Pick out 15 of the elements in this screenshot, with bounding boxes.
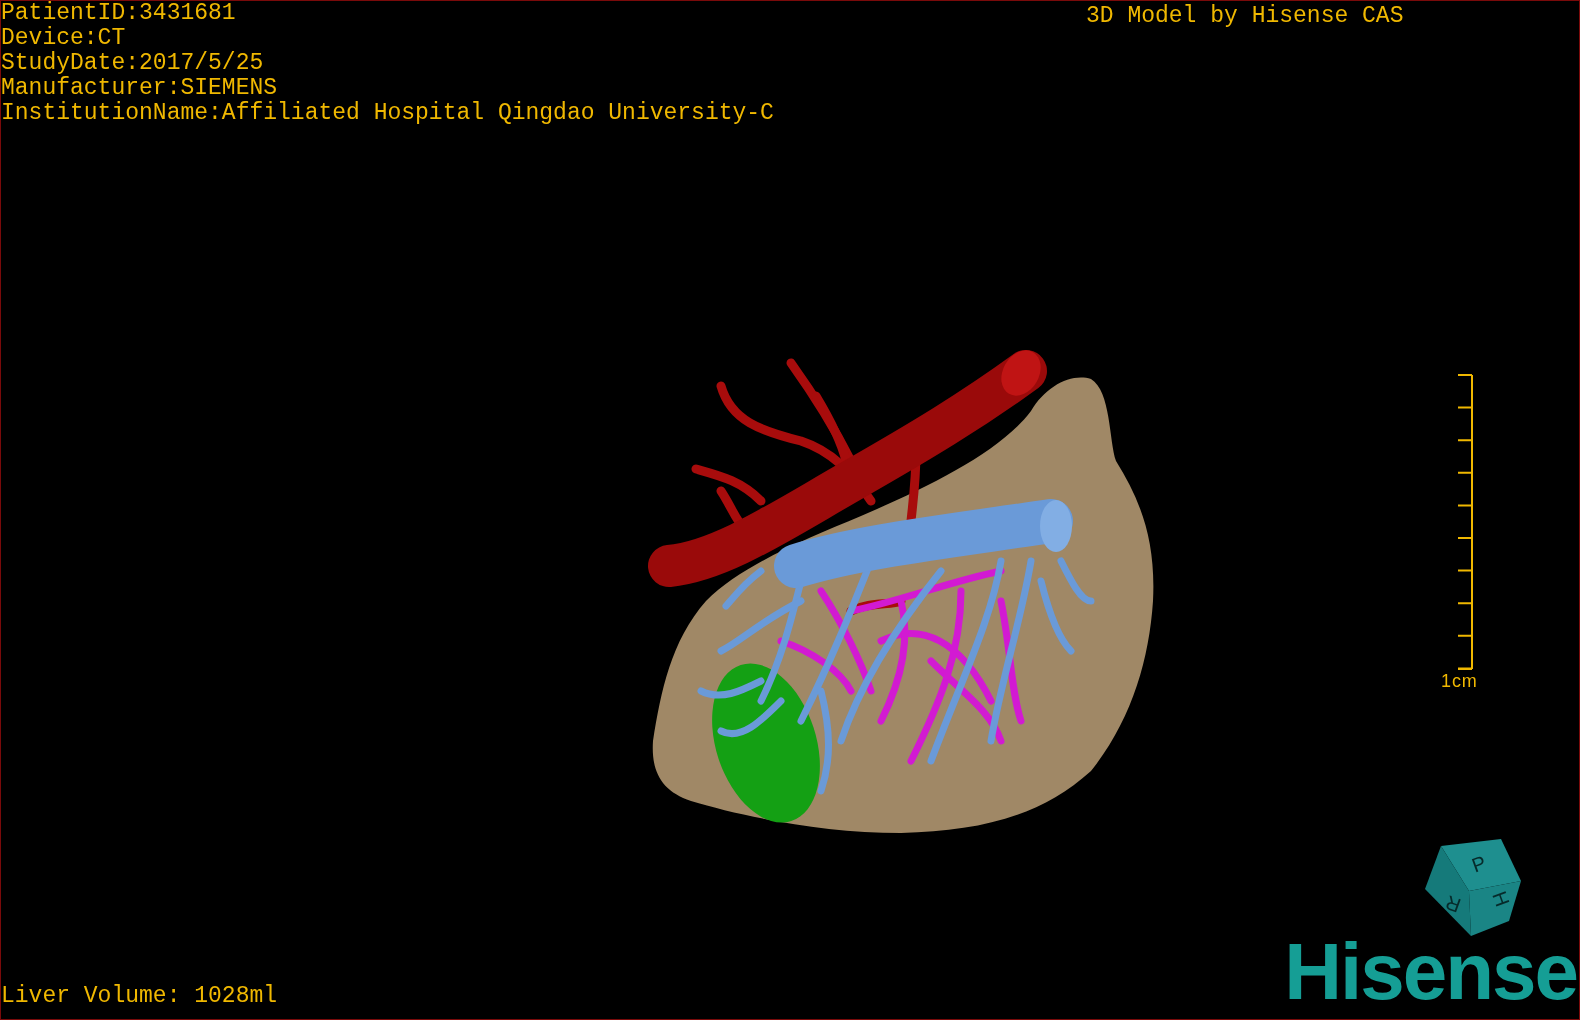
- dicom-info-text: Manufacturer:SIEMENS: [1, 76, 279, 101]
- 3d-viewport[interactable]: PatientID:3431681 Device:CT StudyDate:2017/5/25 Manufacturer:SIEMENS InstitutionName:Affiliated Hospital Qingdao University-C 3D Model by Hisense CAS P H R 1cm Liver Volume: 1028ml Hisense: [0, 0, 1580, 1020]
- liver-model-drawing[interactable]: [648, 350, 1154, 833]
- scale-label: 1cm: [1441, 671, 1478, 691]
- dicom-info-text: StudyDate:2017/5/25: [1, 51, 265, 76]
- cube-face-label: H: [1488, 888, 1514, 910]
- dicom-info-text: Device:CT: [1, 26, 127, 51]
- logo-text: Hisense: [1284, 937, 1577, 1007]
- cube-face-label: R: [1442, 891, 1464, 917]
- orientation-cube[interactable]: P H R: [1425, 839, 1521, 936]
- cube-face-label: P: [1468, 851, 1490, 877]
- viewer-title: 3D Model by Hisense CAS: [1086, 2, 1404, 31]
- dicom-info-text: PatientID:3431681: [1, 1, 237, 26]
- liver-volume-text: Liver Volume: 1028ml: [1, 984, 278, 1009]
- dicom-info-text: InstitutionName:Affiliated Hospital Qingdao University-C: [1, 101, 774, 126]
